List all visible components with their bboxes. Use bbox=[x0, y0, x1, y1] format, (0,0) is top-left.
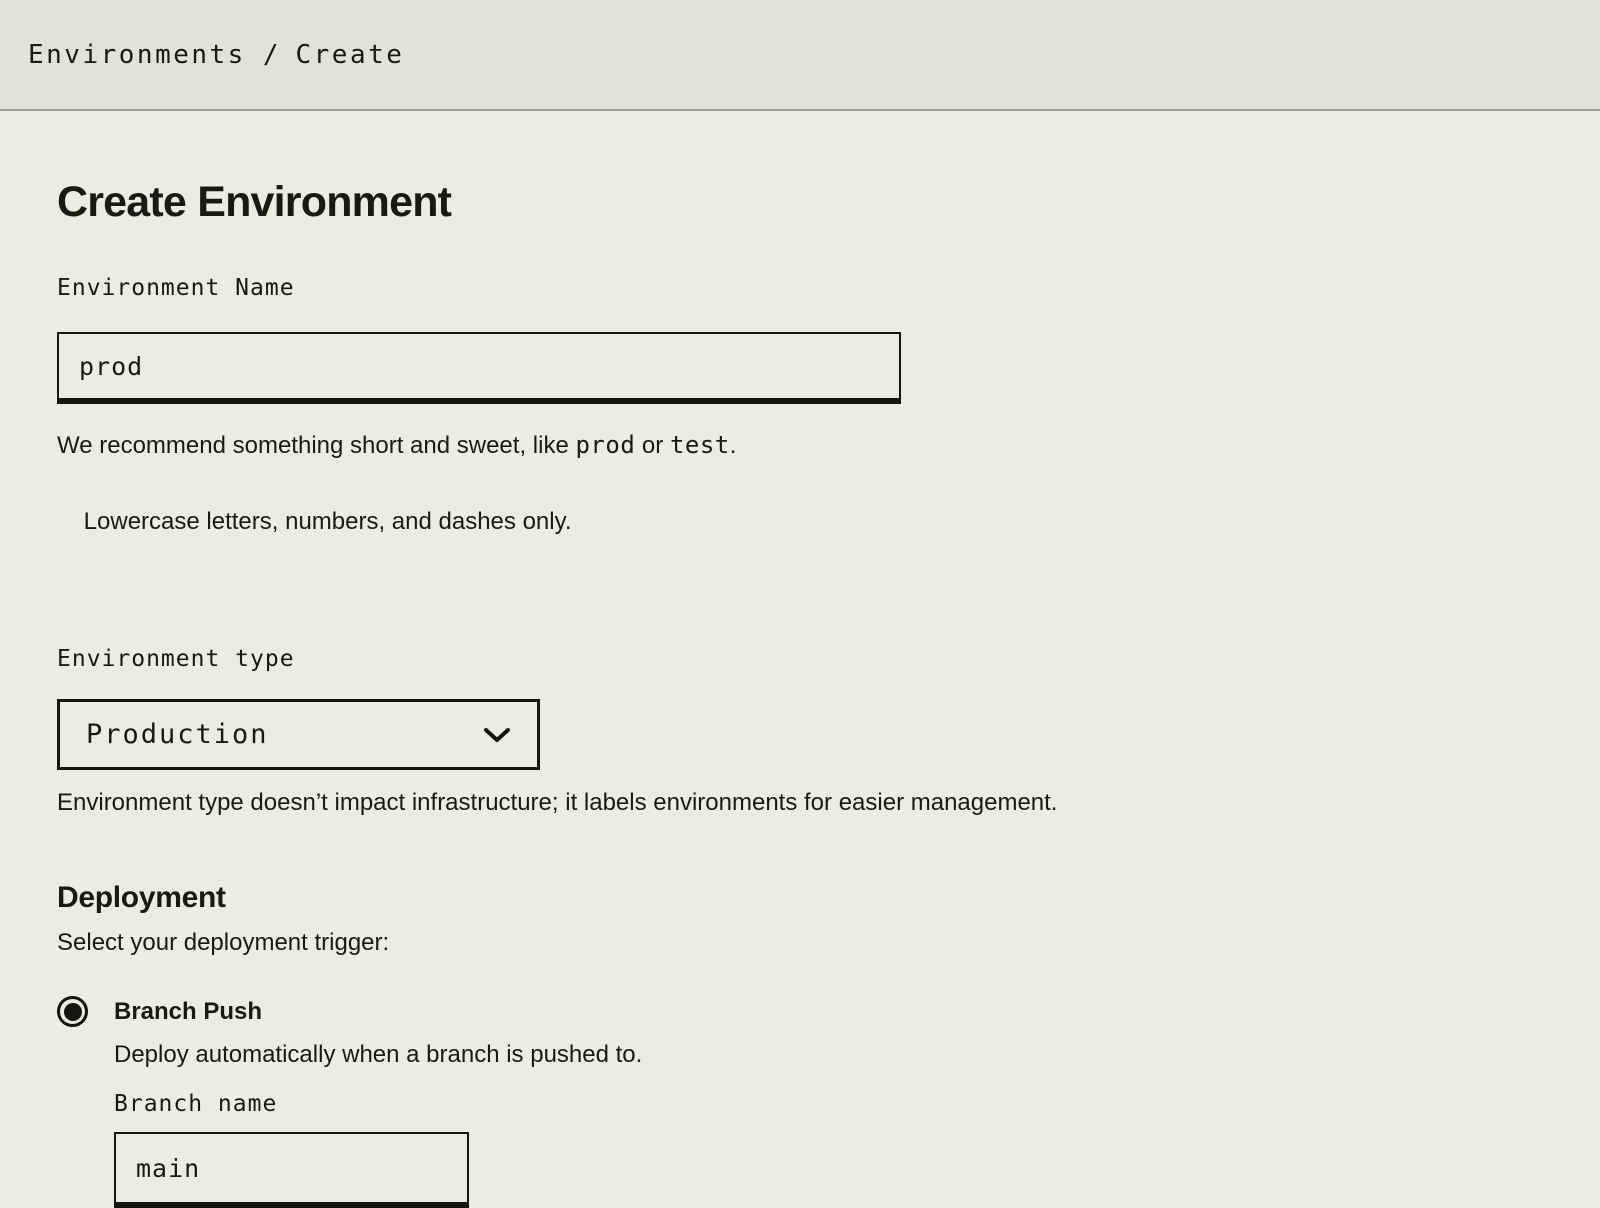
chevron-down-icon bbox=[483, 726, 511, 744]
breadcrumb-separator: / bbox=[263, 40, 279, 70]
deployment-option-branch-push: Branch Push Deploy automatically when a … bbox=[57, 996, 1543, 1208]
environment-name-input[interactable] bbox=[57, 332, 901, 404]
create-environment-form: Create Environment Environment Name We r… bbox=[0, 178, 1600, 1208]
environment-name-help: We recommend something short and sweet, … bbox=[57, 426, 1543, 579]
deployment-subheading: Select your deployment trigger: bbox=[57, 928, 1543, 958]
page-title: Create Environment bbox=[57, 178, 1543, 226]
help-code-prod: prod bbox=[575, 431, 635, 459]
branch-push-radio[interactable] bbox=[57, 996, 88, 1027]
deployment-section-title: Deployment bbox=[57, 880, 1543, 916]
breadcrumb-create-current: Create bbox=[296, 40, 405, 70]
breadcrumb-environments-link[interactable]: Environments bbox=[28, 40, 246, 70]
environment-type-selected-value: Production bbox=[86, 719, 269, 750]
branch-name-label: Branch name bbox=[114, 1090, 642, 1118]
environment-type-label: Environment type bbox=[57, 645, 1543, 673]
help-text: We recommend something short and sweet, … bbox=[57, 432, 575, 459]
breadcrumb: Environments / Create bbox=[28, 40, 404, 70]
environment-type-help: Environment type doesn’t impact infrastr… bbox=[57, 788, 1543, 818]
help-code-test: test bbox=[670, 431, 730, 459]
help-text: or bbox=[635, 432, 670, 459]
branch-push-option-label[interactable]: Branch Push bbox=[114, 997, 642, 1026]
branch-name-input[interactable] bbox=[114, 1132, 469, 1208]
environment-name-help-line2: Lowercase letters, numbers, and dashes o… bbox=[84, 508, 572, 535]
branch-push-option-description: Deploy automatically when a branch is pu… bbox=[114, 1040, 642, 1070]
breadcrumb-bar: Environments / Create bbox=[0, 0, 1600, 111]
branch-push-option-body: Branch Push Deploy automatically when a … bbox=[114, 996, 642, 1208]
radio-selected-dot bbox=[64, 1003, 82, 1021]
help-text: . bbox=[730, 432, 737, 459]
environment-name-label: Environment Name bbox=[57, 274, 1543, 302]
environment-type-select[interactable]: Production bbox=[57, 699, 540, 770]
